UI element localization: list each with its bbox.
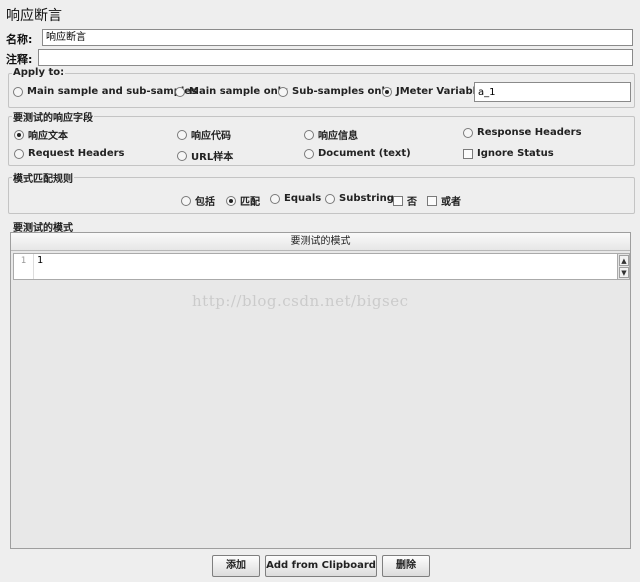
- scroll-up-icon[interactable]: ▲: [619, 255, 629, 266]
- radio-icon: [463, 127, 473, 138]
- field-request-headers-radio[interactable]: Request Headers: [14, 148, 124, 159]
- radio-icon: [14, 148, 24, 159]
- comment-field[interactable]: [38, 49, 633, 66]
- comment-label: 注释:: [6, 53, 33, 66]
- checkbox-icon: [393, 195, 403, 206]
- ignore-status-checkbox[interactable]: Ignore Status: [463, 148, 554, 159]
- field-response-code-radio[interactable]: 响应代码: [177, 127, 231, 142]
- checkbox-icon: [463, 148, 473, 159]
- apply-to-title: Apply to:: [12, 67, 66, 78]
- apply-main-and-sub-radio[interactable]: Main sample and sub-samples: [13, 86, 197, 97]
- radio-icon: [304, 129, 314, 140]
- patterns-table: 要测试的模式 1 1 ▲ ▼: [10, 232, 631, 549]
- jmeter-variable-field[interactable]: a_1: [474, 82, 631, 102]
- radio-selected-icon: [226, 195, 236, 206]
- rule-equals-radio[interactable]: Equals: [270, 193, 321, 204]
- field-response-text-radio[interactable]: 响应文本: [14, 127, 68, 142]
- watermark-text: http://blog.csdn.net/bigsec: [192, 292, 409, 310]
- checkbox-icon: [427, 195, 437, 206]
- pattern-text[interactable]: 1: [37, 254, 43, 268]
- pattern-rules-title: 模式匹配规则: [12, 170, 74, 185]
- radio-selected-icon: [14, 129, 24, 140]
- field-url-sample-radio[interactable]: URL样本: [177, 148, 233, 163]
- radio-icon: [181, 195, 191, 206]
- rule-contains-radio[interactable]: 包括: [181, 193, 215, 208]
- panel-title: 响应断言: [6, 8, 62, 24]
- radio-icon: [270, 193, 280, 204]
- delete-button[interactable]: 删除: [382, 555, 430, 577]
- scroll-down-icon[interactable]: ▼: [619, 267, 629, 278]
- name-label: 名称:: [6, 33, 33, 46]
- radio-icon: [278, 86, 288, 97]
- radio-icon: [177, 150, 187, 161]
- field-document-text-radio[interactable]: Document (text): [304, 148, 411, 159]
- patterns-column-header: 要测试的模式: [11, 233, 630, 251]
- field-response-message-radio[interactable]: 响应信息: [304, 127, 358, 142]
- rule-substring-radio[interactable]: Substring: [325, 193, 394, 204]
- radio-icon: [175, 86, 185, 97]
- radio-icon: [304, 148, 314, 159]
- pattern-rules-group: [8, 177, 635, 214]
- add-from-clipboard-button[interactable]: Add from Clipboard: [265, 555, 377, 577]
- add-button[interactable]: 添加: [212, 555, 260, 577]
- radio-icon: [177, 129, 187, 140]
- rule-matches-radio[interactable]: 匹配: [226, 193, 260, 208]
- line-number: 1: [14, 254, 34, 279]
- field-response-headers-radio[interactable]: Response Headers: [463, 127, 582, 138]
- radio-icon: [13, 86, 23, 97]
- radio-selected-icon: [382, 86, 392, 97]
- rule-or-checkbox[interactable]: 或者: [427, 193, 461, 208]
- rule-not-checkbox[interactable]: 否: [393, 193, 417, 208]
- apply-sub-only-radio[interactable]: Sub-samples only: [278, 86, 392, 97]
- apply-jmeter-variable-radio[interactable]: JMeter Variable: [382, 86, 483, 97]
- response-field-title: 要测试的响应字段: [12, 109, 94, 124]
- editor-scrollbar[interactable]: ▲ ▼: [617, 254, 629, 279]
- apply-main-only-radio[interactable]: Main sample only: [175, 86, 288, 97]
- pattern-editor[interactable]: 1 1 ▲ ▼: [13, 253, 630, 280]
- name-field[interactable]: 响应断言: [42, 29, 633, 46]
- radio-icon: [325, 193, 335, 204]
